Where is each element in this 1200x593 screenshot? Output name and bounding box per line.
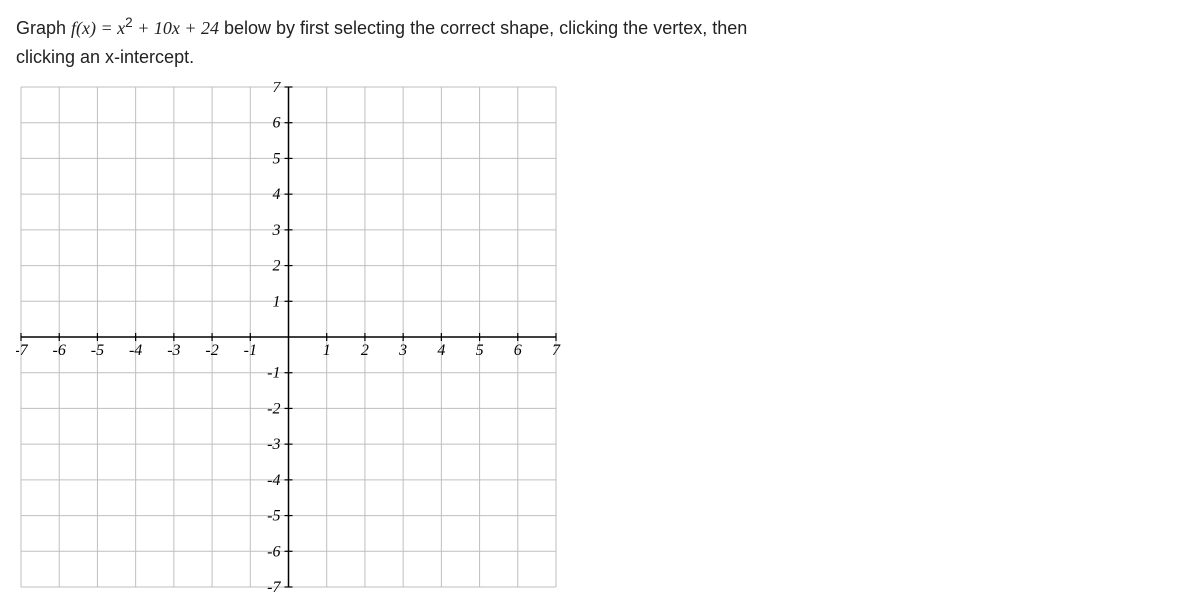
x-tick-label: -7 (16, 342, 29, 359)
y-tick-label: -5 (267, 507, 280, 524)
x-tick-label: 7 (552, 342, 561, 359)
x-tick-label: 3 (398, 342, 407, 359)
prompt-rhs-rest: + 10x + 24 (133, 18, 219, 38)
grid-svg[interactable]: -7 -6 -5 -4 -3 -2 -1 1 2 3 4 5 6 7 -7 -6 -5 -4 -3 -2 -1 1 2 3 4 5… (16, 82, 561, 592)
prompt-suffix2: clicking an x-intercept. (16, 47, 194, 67)
prompt-rhs-var: x (117, 18, 125, 38)
x-tick-label: -2 (205, 342, 218, 359)
x-tick-label: -3 (167, 342, 180, 359)
x-tick-label: -6 (53, 342, 66, 359)
y-tick-label: -4 (267, 471, 280, 488)
x-tick-label: 1 (323, 342, 331, 359)
y-tick-label: 1 (273, 293, 281, 310)
prompt-fn: f(x) (71, 18, 96, 38)
y-tick-label: 4 (273, 186, 281, 203)
x-tick-label: 6 (514, 342, 522, 359)
y-tick-label: 2 (273, 257, 281, 274)
prompt-rhs-exp: 2 (125, 15, 133, 30)
y-tick-label: 5 (273, 150, 281, 167)
y-tick-label: 3 (272, 221, 281, 238)
x-tick-label: -4 (129, 342, 142, 359)
y-tick-label: -7 (267, 579, 281, 592)
question-prompt: Graph f(x) = x2 + 10x + 24 below by firs… (16, 12, 1184, 72)
y-tick-label: -2 (267, 400, 280, 417)
y-tick-label: 7 (273, 82, 282, 96)
prompt-eq: = (96, 18, 117, 38)
x-tick-label: 4 (437, 342, 445, 359)
y-tick-label: 6 (273, 114, 281, 131)
y-tick-label: -6 (267, 543, 280, 560)
y-tick-label: -1 (267, 364, 280, 381)
x-tick-label: -1 (244, 342, 257, 359)
x-tick-label: 2 (361, 342, 369, 359)
coordinate-grid[interactable]: -7 -6 -5 -4 -3 -2 -1 1 2 3 4 5 6 7 -7 -6 -5 -4 -3 -2 -1 1 2 3 4 5… (16, 82, 561, 592)
x-tick-label: 5 (476, 342, 484, 359)
x-tick-label: -5 (91, 342, 104, 359)
prompt-prefix: Graph (16, 18, 71, 38)
prompt-suffix1: below by first selecting the correct sha… (219, 18, 747, 38)
y-tick-label: -3 (267, 436, 280, 453)
